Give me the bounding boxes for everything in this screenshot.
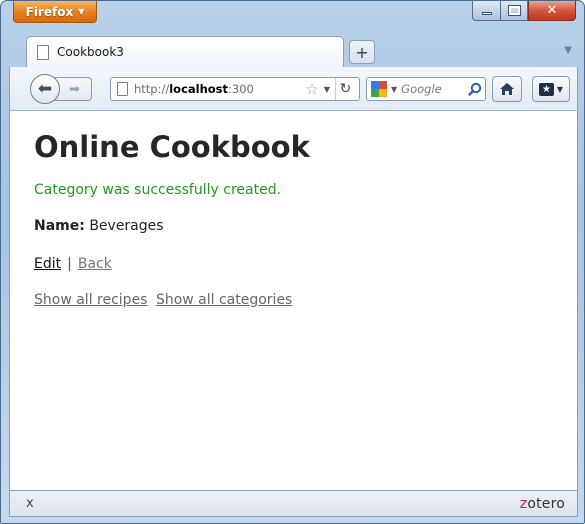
page-content: Online Cookbook Category was successfull… <box>9 111 578 490</box>
search-engine-dropdown-icon[interactable]: ▼ <box>391 85 397 94</box>
back-link[interactable]: Back <box>78 256 112 272</box>
url-bar-buttons: ☆ ▼ ↻ <box>302 78 359 100</box>
tab-list-chevron-icon[interactable]: ▼ <box>564 45 572 56</box>
show-all-categories-link[interactable]: Show all categories <box>156 292 292 308</box>
close-addon-bar-icon[interactable]: x <box>26 496 34 511</box>
page-title: Online Cookbook <box>34 130 310 164</box>
back-forward-group: ⬅ ➡ <box>30 74 104 104</box>
url-text: http://localhost:300 <box>134 82 254 96</box>
browser-window: Firefox ▼ ✕ Cookbook3 + ▼ ⬅ ➡ http://loc… <box>0 0 585 524</box>
zotero-toolbar-button[interactable]: ★ ▼ <box>532 76 570 102</box>
success-notice: Category was successfully created. <box>34 182 282 198</box>
action-links: Edit | Back <box>34 255 577 273</box>
site-identity-icon <box>117 82 128 96</box>
minimize-icon <box>481 12 492 15</box>
minimize-button[interactable] <box>472 1 500 21</box>
zotero-dropdown-icon: ▼ <box>556 84 564 94</box>
home-button[interactable] <box>492 76 522 102</box>
maximize-icon <box>507 5 521 16</box>
back-arrow-icon: ⬅ <box>37 79 53 99</box>
url-host: localhost <box>169 82 229 96</box>
reload-icon: ↻ <box>339 81 352 97</box>
forward-arrow-icon: ➡ <box>69 81 80 97</box>
url-bar[interactable]: http://localhost:300 ☆ ▼ ↻ <box>110 77 360 101</box>
close-window-button[interactable]: ✕ <box>528 1 576 21</box>
name-label: Name: <box>34 218 85 234</box>
search-input[interactable]: Google <box>401 82 461 96</box>
reload-button[interactable]: ↻ <box>335 78 355 100</box>
name-value: Beverages <box>89 218 164 234</box>
tab-title: Cookbook3 <box>57 45 124 59</box>
navigation-toolbar: ⬅ ➡ http://localhost:300 ☆ ▼ ↻ ▼ Google <box>9 67 578 111</box>
page-icon <box>37 44 49 60</box>
magnifier-icon[interactable] <box>465 79 485 99</box>
url-prefix: http:// <box>134 82 170 96</box>
tab-cookbook3[interactable]: Cookbook3 <box>26 36 344 67</box>
navigation-links: Show all recipes Show all categories <box>34 291 577 309</box>
google-icon[interactable] <box>371 81 387 97</box>
home-icon <box>500 83 514 95</box>
search-bar[interactable]: ▼ Google <box>366 77 486 101</box>
close-icon: ✕ <box>546 3 558 18</box>
zotero-icon: ★ <box>538 82 554 96</box>
url-history-dropdown-icon[interactable]: ▼ <box>324 85 330 94</box>
url-rest: :300 <box>228 82 254 96</box>
show-all-recipes-link[interactable]: Show all recipes <box>34 292 147 308</box>
firefox-menu-button[interactable]: Firefox ▼ <box>13 1 97 23</box>
edit-link[interactable]: Edit <box>34 256 61 272</box>
title-bar: Firefox ▼ ✕ <box>1 1 584 33</box>
maximize-button[interactable] <box>500 1 528 21</box>
firefox-menu-label: Firefox <box>25 4 74 19</box>
zotero-logo-rest: otero <box>527 495 565 512</box>
addon-bar: x zotero <box>9 490 578 517</box>
link-separator: | <box>67 256 72 272</box>
plus-icon: + <box>355 42 369 62</box>
category-name-field: Name: Beverages <box>34 217 577 235</box>
menu-caret-icon: ▼ <box>78 7 85 16</box>
new-tab-button[interactable]: + <box>349 40 375 64</box>
zotero-status-button[interactable]: zotero <box>520 496 565 512</box>
window-controls: ✕ <box>472 1 576 21</box>
back-button[interactable]: ⬅ <box>30 74 60 104</box>
star-icon[interactable]: ☆ <box>305 80 318 98</box>
tab-strip: Cookbook3 + ▼ <box>9 33 578 67</box>
